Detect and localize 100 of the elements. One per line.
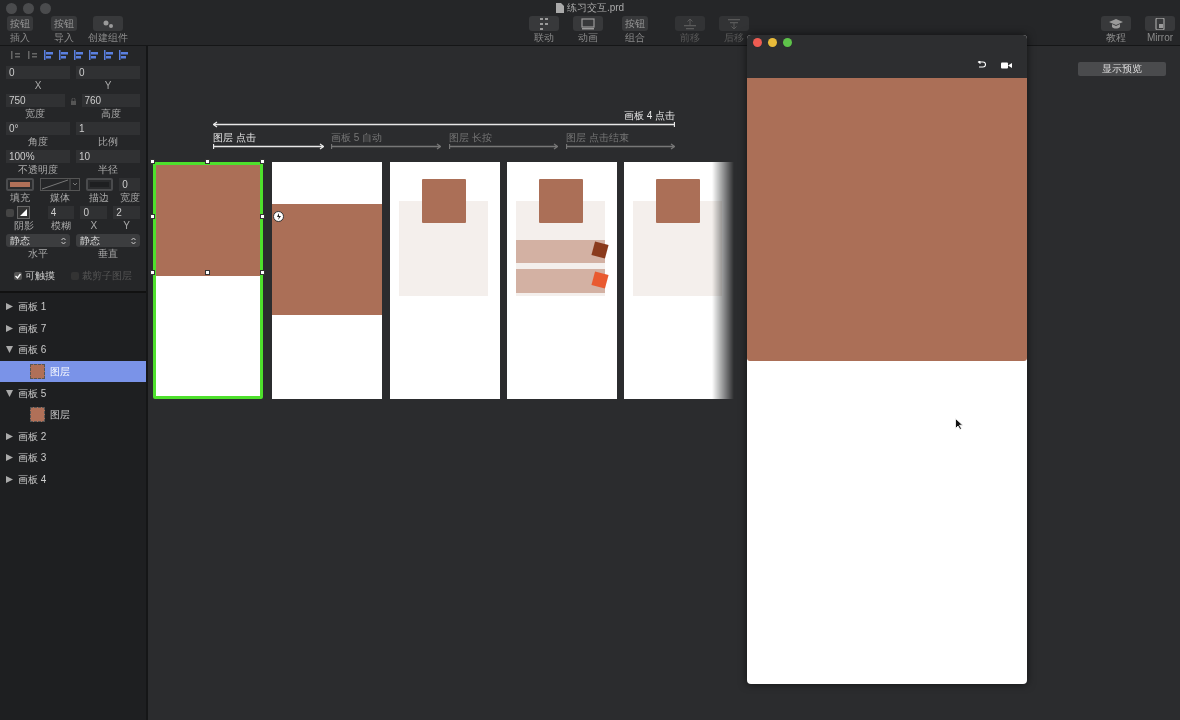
artboard[interactable] [507, 162, 617, 399]
select-field[interactable]: 静态 [6, 234, 70, 247]
field-label: 阴影 [13, 220, 34, 231]
toolbar-label: 插入 [10, 32, 30, 43]
tree-item[interactable]: 图层 [0, 403, 146, 426]
align-icon[interactable] [104, 50, 114, 60]
link-icon [537, 17, 551, 30]
select-field[interactable]: 静态 [76, 234, 140, 247]
expanded-triangle-icon[interactable] [6, 346, 13, 354]
toolbar-label: Mirror [1146, 32, 1174, 43]
video-camera-icon[interactable] [1001, 62, 1012, 69]
collapsed-triangle-icon[interactable] [6, 454, 13, 462]
input-field[interactable]: 760 [81, 94, 140, 107]
input-field[interactable]: 0 [119, 178, 140, 191]
tree-item[interactable]: 画板 4 [0, 468, 146, 491]
align-icon[interactable] [89, 50, 99, 60]
undo-icon[interactable] [977, 61, 986, 69]
collapsed-triangle-icon[interactable] [6, 432, 13, 440]
resize-handle[interactable] [205, 159, 210, 164]
tree-item[interactable]: 画板 1 [0, 296, 146, 318]
align-icon[interactable] [27, 50, 39, 60]
field-label: 宽度 [119, 192, 140, 203]
align-icon[interactable] [59, 50, 69, 60]
toolbar-button[interactable]: 按钮 [622, 16, 648, 31]
input-field[interactable]: 0 [76, 66, 140, 79]
show-preview-button[interactable]: 显示预览 [1078, 62, 1166, 76]
close-button[interactable] [753, 38, 762, 47]
resize-handle[interactable] [150, 270, 155, 275]
tree-item[interactable]: 画板 6 [0, 339, 146, 361]
checkmark-icon [14, 271, 22, 280]
tree-item[interactable]: 画板 5 [0, 382, 146, 404]
toolbar-button[interactable] [529, 16, 559, 31]
artboard[interactable] [153, 162, 263, 399]
zoom-button[interactable] [783, 38, 792, 47]
minimize-button[interactable] [768, 38, 777, 47]
resize-handle[interactable] [150, 214, 155, 219]
toolbar-button[interactable]: 按钮 [51, 16, 77, 31]
toolbar-label: 导入 [54, 32, 74, 43]
input-field[interactable]: 1 [76, 122, 140, 135]
resize-handle[interactable] [260, 159, 265, 164]
input-field[interactable]: 0° [6, 122, 70, 135]
input-field[interactable]: 100% [6, 150, 70, 163]
toolbar-button[interactable]: 按钮 [7, 16, 33, 31]
interaction-label: 图层 点击结束 [566, 132, 630, 143]
collapsed-triangle-icon[interactable] [6, 324, 13, 332]
color-swatch[interactable] [6, 178, 34, 191]
checkbox[interactable]: 可触摸 [14, 268, 55, 283]
resize-handle[interactable] [260, 270, 265, 275]
field-label: 填充 [9, 192, 30, 203]
layer-name: 画板 1 [18, 300, 47, 315]
artboard[interactable] [624, 162, 734, 399]
align-icon[interactable] [10, 50, 22, 60]
field-label: 模糊 [51, 220, 72, 231]
shadow-icon[interactable] [16, 206, 30, 219]
field-label: 描边 [89, 192, 110, 203]
layer-block [656, 179, 700, 223]
align-icon[interactable] [119, 50, 129, 60]
layer-name: 画板 5 [18, 386, 47, 401]
collapsed-triangle-icon[interactable] [6, 303, 13, 311]
field-label: X [90, 220, 98, 231]
tree-item[interactable]: 画板 3 [0, 447, 146, 469]
toolbar-button[interactable] [1101, 16, 1131, 31]
toolbar-label: 联动 [534, 32, 554, 43]
collapsed-triangle-icon[interactable] [6, 476, 13, 484]
graduation-cap-icon [1109, 17, 1123, 30]
toolbar-button[interactable] [93, 16, 123, 31]
layer-block [539, 179, 583, 223]
color-swatch[interactable] [85, 178, 114, 191]
resize-handle[interactable] [150, 159, 155, 164]
lightning-icon[interactable] [273, 211, 284, 222]
toolbar-button[interactable] [1145, 16, 1175, 31]
tree-item[interactable]: 画板 2 [0, 425, 146, 448]
field-label: Y [123, 220, 130, 231]
artboard[interactable] [390, 162, 500, 399]
input-field[interactable]: 0 [6, 66, 70, 79]
input-field[interactable]: 4 [47, 206, 75, 219]
send-backward-icon [727, 17, 741, 30]
expanded-triangle-icon[interactable] [6, 389, 13, 397]
media-picker[interactable] [39, 178, 80, 191]
interaction-label: 图层 点击 [213, 132, 257, 143]
checkbox[interactable] [6, 209, 14, 217]
window-title: 练习交互.prd [566, 2, 625, 14]
field-label: 媒体 [49, 192, 70, 203]
field-label: 半径 [98, 164, 118, 175]
field-label: 高度 [100, 108, 121, 119]
input-field[interactable]: 10 [76, 150, 140, 163]
input-field[interactable]: 0 [80, 206, 108, 219]
interaction-label: 画板 5 自动 [331, 132, 384, 143]
tree-item[interactable]: 画板 7 [0, 317, 146, 340]
bring-forward-icon [683, 17, 697, 30]
monitor-icon [581, 17, 595, 30]
resize-handle[interactable] [205, 270, 210, 275]
input-field[interactable]: 750 [6, 94, 65, 107]
align-icon[interactable] [74, 50, 84, 60]
artboard[interactable] [272, 162, 382, 399]
layer-name: 画板 2 [18, 429, 47, 444]
toolbar-button[interactable] [573, 16, 603, 31]
resize-handle[interactable] [260, 214, 265, 219]
align-icon[interactable] [44, 50, 54, 60]
input-field[interactable]: 2 [113, 206, 140, 219]
